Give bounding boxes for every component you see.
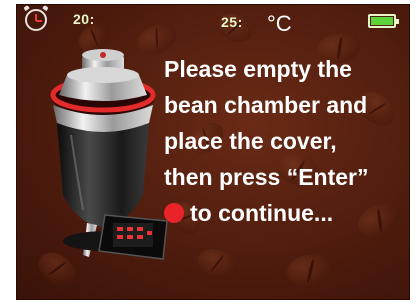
- status-bar: 20: 25: °C: [17, 5, 409, 39]
- battery-full-icon: [368, 14, 399, 28]
- instruction-line-1: Please empty the: [164, 56, 352, 82]
- clock-icon: [23, 5, 49, 31]
- instruction-message: Please empty the bean chamber and place …: [164, 51, 409, 231]
- instruction-line-5: to continue...: [164, 195, 409, 231]
- timer-value: 20:: [73, 11, 95, 27]
- coffee-bean-decoration: [193, 244, 241, 284]
- temperature-value: 25:: [221, 14, 243, 30]
- instruction-line-3: place the cover,: [164, 128, 337, 154]
- enter-indicator-icon: [164, 203, 184, 223]
- coffee-roaster-machine-icon: [50, 49, 168, 260]
- coffee-bean-decoration: [285, 253, 335, 289]
- roaster-display-screen: 20: 25: °C Please empty the bean chamber…: [16, 4, 410, 300]
- instruction-line-2: bean chamber and: [164, 92, 368, 118]
- continue-label: to continue...: [190, 200, 334, 226]
- temperature-unit: °C: [267, 11, 292, 36]
- instruction-line-4: then press “Enter”: [164, 164, 369, 190]
